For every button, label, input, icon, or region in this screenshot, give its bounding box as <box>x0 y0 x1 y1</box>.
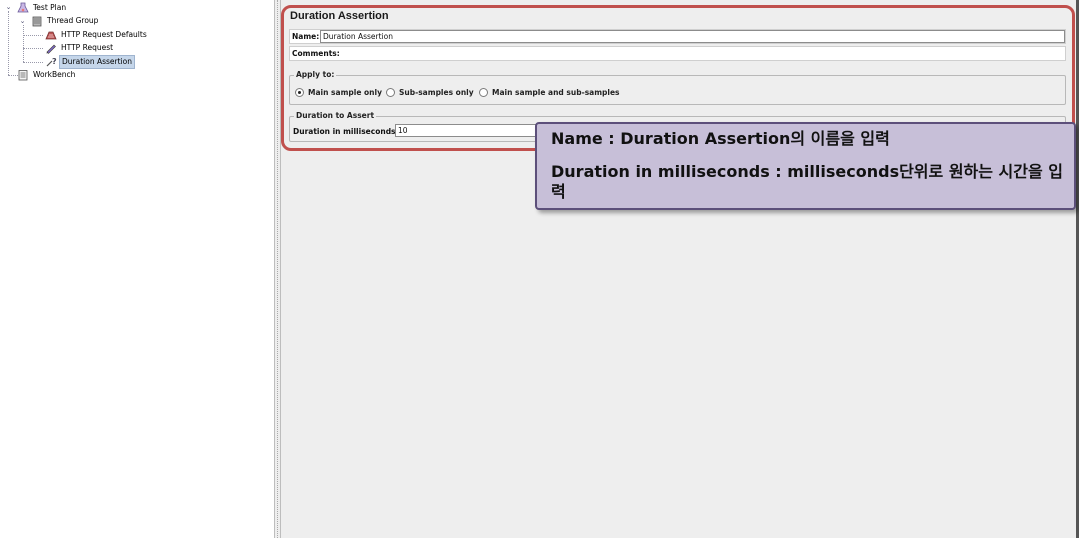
thread-group-icon <box>31 15 43 27</box>
assertion-config-panel: Duration Assertion Name: Duration Assert… <box>281 0 1079 538</box>
expand-toggle-icon[interactable]: ⌄ <box>19 18 26 25</box>
tree-connector <box>8 11 9 75</box>
svg-text:?: ? <box>52 57 57 66</box>
radio-label: Main sample only <box>308 88 382 97</box>
sampler-pen-icon <box>45 42 57 54</box>
callout-line-duration: Duration in milliseconds : milliseconds단… <box>551 162 1063 201</box>
callout-line-name: Name : Duration Assertion의 이름을 입력 <box>551 129 890 148</box>
apply-to-group: Apply to: Main sample only Sub-samples o… <box>289 70 1066 105</box>
tree-item-http-request-defaults[interactable]: HTTP Request Defaults <box>45 29 149 41</box>
tree-item-label: Duration Assertion <box>59 55 135 69</box>
duration-milliseconds-input[interactable]: 10 <box>395 124 545 137</box>
radio-main-sample-only[interactable]: Main sample only <box>295 88 382 97</box>
comments-row[interactable]: Comments: <box>289 46 1066 61</box>
radio-unselected-icon <box>386 88 395 97</box>
tree-item-label: HTTP Request Defaults <box>61 30 147 39</box>
tree-connector <box>23 25 24 62</box>
radio-label: Main sample and sub-samples <box>492 88 620 97</box>
panel-title: Duration Assertion <box>290 10 389 22</box>
tree-connector <box>23 48 43 49</box>
expand-toggle-icon[interactable]: ⌄ <box>5 4 12 11</box>
name-label: Name: <box>292 32 320 41</box>
assertion-icon: ? <box>45 56 57 68</box>
explanation-callout: Name : Duration Assertion의 이름을 입력 Durati… <box>535 122 1076 210</box>
tree-item-label: Thread Group <box>47 16 99 25</box>
comments-label: Comments: <box>292 49 340 58</box>
tree-connector <box>23 35 43 36</box>
apply-to-title: Apply to: <box>294 70 337 79</box>
radio-label: Sub-samples only <box>399 88 474 97</box>
tree-item-duration-assertion[interactable]: ? Duration Assertion <box>45 55 135 69</box>
tree-item-label: HTTP Request <box>61 43 114 52</box>
split-pane-divider[interactable] <box>274 0 281 538</box>
radio-unselected-icon <box>479 88 488 97</box>
duration-group-title: Duration to Assert <box>294 111 377 120</box>
tree-item-http-request[interactable]: HTTP Request <box>45 42 115 54</box>
tree-item-test-plan[interactable]: Test Plan <box>17 2 68 14</box>
test-plan-icon <box>17 2 29 14</box>
tree-item-workbench[interactable]: WorkBench <box>17 69 77 81</box>
tree-item-label: Test Plan <box>33 3 67 12</box>
radio-sub-samples-only[interactable]: Sub-samples only <box>386 88 474 97</box>
name-field[interactable]: Duration Assertion <box>320 30 1065 43</box>
config-element-icon <box>45 29 57 41</box>
duration-label: Duration in milliseconds: <box>293 127 399 136</box>
tree-item-label: WorkBench <box>33 70 76 79</box>
workbench-icon <box>17 69 29 81</box>
tree-connector <box>23 62 43 63</box>
test-plan-tree: ⌄ Test Plan ⌄ Thread Group HTTP Request … <box>0 0 274 538</box>
radio-selected-icon <box>295 88 304 97</box>
name-row: Name: Duration Assertion <box>289 29 1066 44</box>
radio-main-and-sub-samples[interactable]: Main sample and sub-samples <box>479 88 620 97</box>
tree-item-thread-group[interactable]: Thread Group <box>31 15 100 27</box>
